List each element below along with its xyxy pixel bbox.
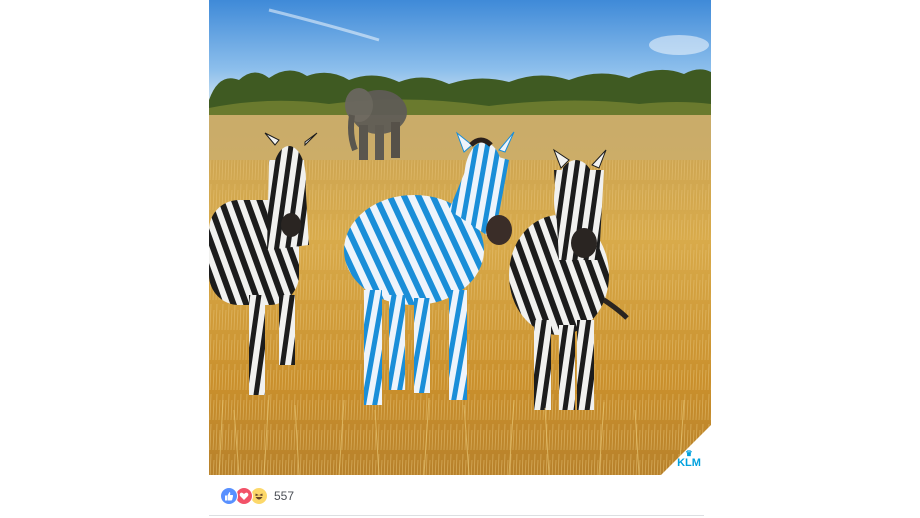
reaction-icons[interactable] — [220, 487, 268, 505]
klm-logo: ♛ KLM — [671, 450, 707, 469]
like-icon[interactable] — [220, 487, 238, 505]
reaction-count[interactable]: 557 — [274, 489, 294, 503]
savanna-zebras-photo — [209, 0, 711, 475]
reactions-bar[interactable]: 557 — [209, 478, 711, 514]
facebook-post: ♛ KLM 557 — [209, 0, 711, 518]
divider — [209, 515, 704, 516]
klm-logo-text: KLM — [677, 457, 701, 469]
post-image[interactable]: ♛ KLM — [209, 0, 711, 475]
